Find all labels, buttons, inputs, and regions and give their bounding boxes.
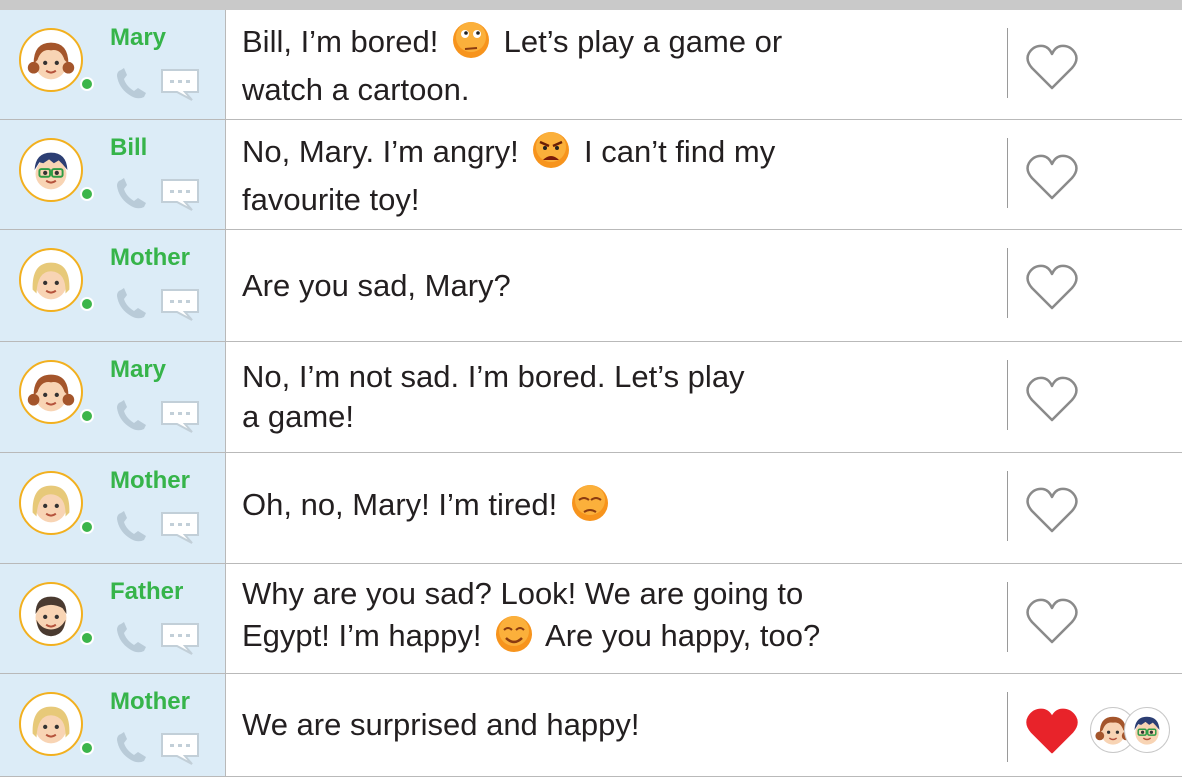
- mary-avatar[interactable]: [19, 360, 83, 424]
- message-row: Mother Oh, no, Mary! I’m tired!: [0, 453, 1182, 564]
- phone-icon[interactable]: [114, 621, 152, 660]
- sender-panel: Mother: [0, 230, 226, 341]
- bill-avatar: [1124, 707, 1170, 753]
- message-row: Mary Bill, I’m bored! Let’s play a game o…: [0, 10, 1182, 120]
- online-status-dot: [80, 77, 94, 91]
- phone-icon[interactable]: [114, 731, 152, 770]
- bill-avatar[interactable]: [19, 138, 83, 202]
- sms-icon[interactable]: [160, 732, 202, 771]
- divider: [1007, 582, 1008, 652]
- message-text: Oh, no, Mary! I’m tired!: [242, 453, 982, 563]
- message-text-part: Oh, no, Mary! I’m tired!: [242, 487, 566, 522]
- heart-icon[interactable]: [1025, 263, 1079, 316]
- online-status-dot: [80, 631, 94, 645]
- message-text-part: No, I’m not sad. I’m bored. Let’s play a…: [242, 359, 745, 434]
- message-text: No, I’m not sad. I’m bored. Let’s play a…: [242, 342, 982, 452]
- online-status-dot: [80, 741, 94, 755]
- sender-name: Mary: [110, 24, 167, 51]
- sender-name: Mary: [110, 356, 167, 383]
- mother-avatar[interactable]: [19, 692, 83, 756]
- message-body: No, Mary. I’m angry! I can’t find my fav…: [242, 130, 775, 220]
- mary-avatar[interactable]: [19, 28, 83, 92]
- message-text-part: Bill, I’m bored!: [242, 23, 448, 59]
- happy-face-icon: [494, 614, 534, 664]
- heart-icon[interactable]: [1025, 153, 1079, 206]
- message-text: Why are you sad? Look! We are going to E…: [242, 564, 982, 673]
- sender-name: Mother: [110, 688, 190, 715]
- sender-name: Bill: [110, 134, 148, 161]
- heart-icon[interactable]: [1025, 597, 1079, 650]
- message-text: We are surprised and happy!: [242, 674, 982, 776]
- sender-name: Mother: [110, 244, 190, 271]
- mother-avatar[interactable]: [19, 248, 83, 312]
- divider: [1007, 471, 1008, 541]
- message-body: Why are you sad? Look! We are going to E…: [242, 574, 820, 664]
- sender-panel: Mary: [0, 342, 226, 452]
- divider: [1007, 692, 1008, 762]
- divider: [1007, 248, 1008, 318]
- phone-icon[interactable]: [114, 399, 152, 438]
- message-text: Are you sad, Mary?: [242, 230, 982, 341]
- sms-icon[interactable]: [160, 400, 202, 439]
- message-row: Mary No, I’m not sad. I’m bored. Let’s pl…: [0, 342, 1182, 453]
- sms-icon[interactable]: [160, 288, 202, 327]
- sms-icon[interactable]: [160, 622, 202, 661]
- sender-panel: Mother: [0, 674, 226, 776]
- divider: [1007, 360, 1008, 430]
- sms-icon[interactable]: [160, 68, 202, 107]
- online-status-dot: [80, 409, 94, 423]
- phone-icon[interactable]: [114, 67, 152, 106]
- message-text: Bill, I’m bored! Let’s play a game or wa…: [242, 10, 982, 119]
- sender-panel: Mother: [0, 453, 226, 563]
- message-body: Bill, I’m bored! Let’s play a game or wa…: [242, 20, 782, 110]
- sms-icon[interactable]: [160, 178, 202, 217]
- sender-panel: Father: [0, 564, 226, 673]
- mother-avatar[interactable]: [19, 471, 83, 535]
- message-row: Mother Are you sad, Mary?: [0, 230, 1182, 342]
- heart-icon[interactable]: [1025, 486, 1079, 539]
- top-bar: [0, 0, 1182, 10]
- heart-icon[interactable]: [1025, 43, 1079, 96]
- message-body: No, I’m not sad. I’m bored. Let’s play a…: [242, 357, 745, 437]
- heart-icon[interactable]: [1025, 375, 1079, 428]
- sender-name: Mother: [110, 467, 190, 494]
- sender-panel: Mary: [0, 10, 226, 119]
- heart-filled-icon[interactable]: [1025, 707, 1079, 760]
- sender-panel: Bill: [0, 120, 226, 229]
- bored-face-icon: [451, 20, 491, 70]
- message-row: Mother We are surprised and happy!: [0, 674, 1182, 777]
- phone-icon[interactable]: [114, 287, 152, 326]
- message-body: We are surprised and happy!: [242, 705, 640, 745]
- message-body: Are you sad, Mary?: [242, 266, 511, 306]
- sender-name: Father: [110, 578, 184, 605]
- online-status-dot: [80, 520, 94, 534]
- angry-face-icon: [531, 130, 571, 180]
- sms-icon[interactable]: [160, 511, 202, 550]
- message-text-part: Are you sad, Mary?: [242, 267, 511, 303]
- message-text-part: We are surprised and happy!: [242, 707, 640, 742]
- message-text-part: No, Mary. I’m angry!: [242, 133, 528, 169]
- message-text: No, Mary. I’m angry! I can’t find my fav…: [242, 120, 982, 229]
- online-status-dot: [80, 297, 94, 311]
- phone-icon[interactable]: [114, 510, 152, 549]
- father-avatar[interactable]: [19, 582, 83, 646]
- message-body: Oh, no, Mary! I’m tired!: [242, 483, 614, 533]
- divider: [1007, 138, 1008, 208]
- message-row: Bill No, Mary. I’m angry! I can’t find my…: [0, 120, 1182, 230]
- message-text-part: Are you happy, too?: [538, 617, 821, 653]
- divider: [1007, 28, 1008, 98]
- online-status-dot: [80, 187, 94, 201]
- message-row: Father Why are you sad? Look! We are goin…: [0, 564, 1182, 674]
- tired-face-icon: [570, 483, 610, 533]
- phone-icon[interactable]: [114, 177, 152, 216]
